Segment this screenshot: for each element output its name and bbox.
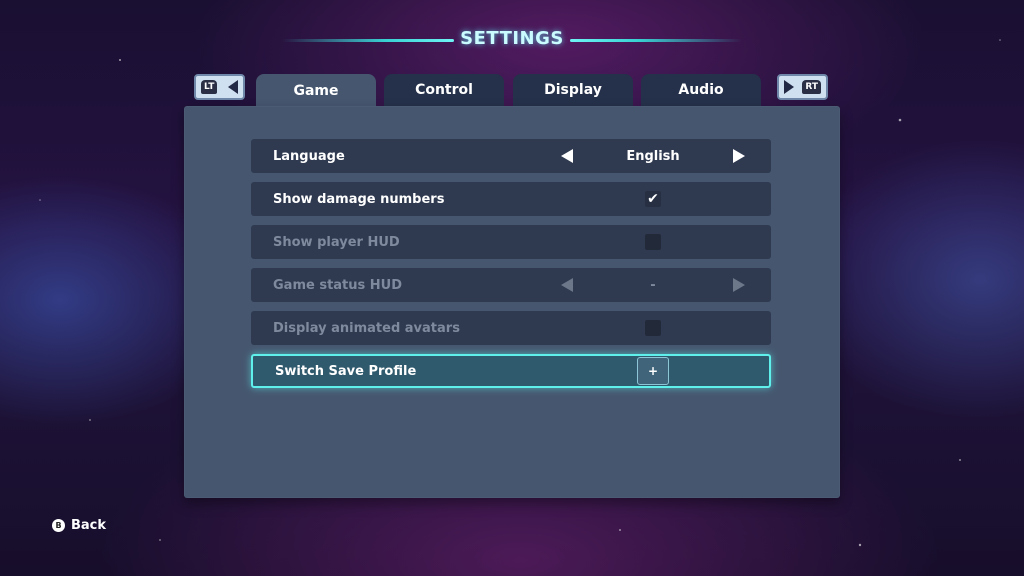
setting-label: Show player HUD (273, 234, 400, 250)
game-status-next-arrow-icon (733, 278, 745, 292)
setting-row-switch-save-profile[interactable]: Switch Save Profile + (251, 354, 771, 388)
setting-label: Show damage numbers (273, 191, 445, 207)
lt-bumper-icon: LT (201, 80, 218, 94)
setting-row-display-animated-avatars: Display animated avatars (251, 311, 771, 345)
game-status-value: - (650, 277, 656, 293)
tab-display[interactable]: Display (513, 74, 633, 106)
arrow-left-icon (228, 80, 238, 94)
settings-header: SETTINGS (0, 28, 1024, 52)
setting-label: Game status HUD (273, 277, 403, 293)
language-next-arrow-icon[interactable] (733, 149, 745, 163)
player-hud-checkbox (645, 234, 661, 250)
setting-row-language[interactable]: Language English (251, 139, 771, 173)
page-title: SETTINGS (460, 28, 564, 49)
animated-avatars-checkbox (645, 320, 661, 336)
setting-label: Language (273, 148, 345, 164)
checkmark-icon: ✔ (647, 191, 659, 207)
language-previous-arrow-icon[interactable] (561, 149, 573, 163)
game-status-previous-arrow-icon (561, 278, 573, 292)
next-tab-button[interactable]: RT (777, 74, 828, 100)
setting-label: Display animated avatars (273, 320, 460, 336)
back-button[interactable]: B Back (52, 518, 106, 533)
setting-label: Switch Save Profile (275, 363, 417, 379)
title-decoration-right (570, 39, 742, 42)
language-value: English (626, 148, 680, 164)
setting-row-show-damage-numbers[interactable]: Show damage numbers ✔ (251, 182, 771, 216)
setting-row-game-status-hud: Game status HUD - (251, 268, 771, 302)
previous-tab-button[interactable]: LT (194, 74, 245, 100)
damage-numbers-checkbox[interactable]: ✔ (645, 191, 661, 207)
b-button-icon: B (52, 519, 65, 532)
switch-save-profile-button[interactable]: + (637, 357, 669, 385)
tab-game[interactable]: Game (256, 74, 376, 108)
rt-bumper-icon: RT (802, 80, 821, 94)
arrow-right-icon (784, 80, 794, 94)
setting-row-show-player-hud: Show player HUD (251, 225, 771, 259)
tab-audio[interactable]: Audio (641, 74, 761, 106)
back-label: Back (71, 518, 107, 533)
tab-control[interactable]: Control (384, 74, 504, 106)
